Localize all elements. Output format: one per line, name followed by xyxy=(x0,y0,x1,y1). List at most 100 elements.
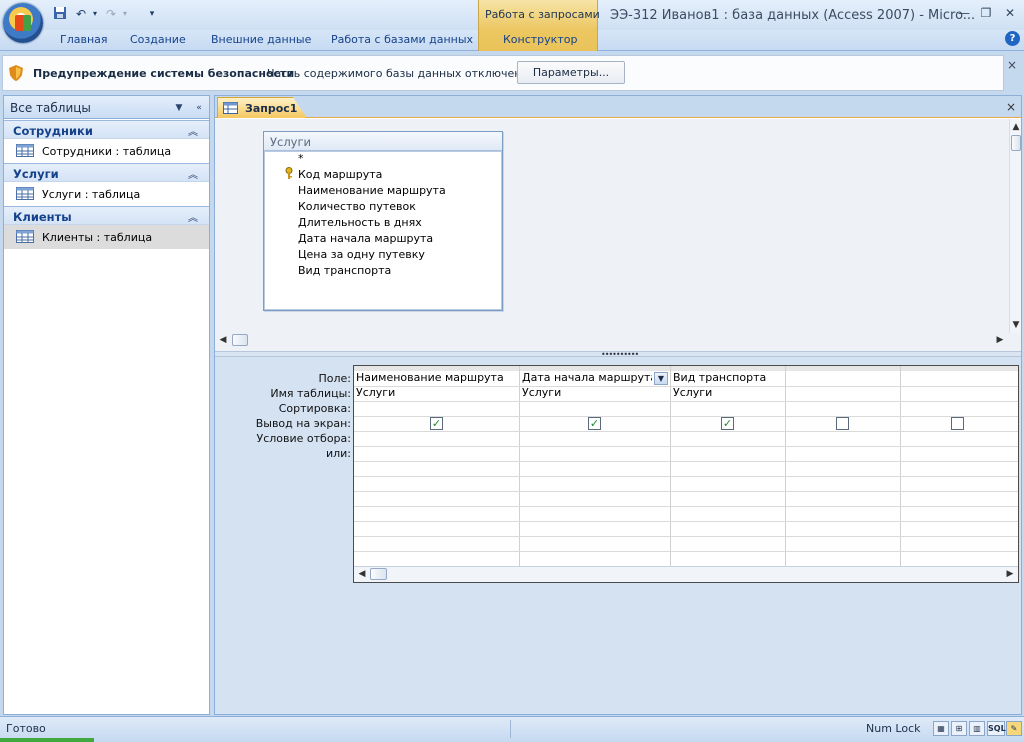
collapse-chevron-icon[interactable]: ︽ xyxy=(188,209,198,224)
datasheet-view-icon[interactable]: ▦ xyxy=(933,721,949,736)
close-icon[interactable]: ✕ xyxy=(1001,6,1019,20)
grid-row-line xyxy=(354,491,1018,492)
grid-cell-table[interactable]: Услуги xyxy=(520,386,668,401)
primary-key-icon xyxy=(284,167,294,180)
design-view-icon[interactable]: ✎ xyxy=(1006,721,1022,736)
nav-pane-title: Все таблицы xyxy=(10,101,91,115)
scrollbar-thumb[interactable] xyxy=(370,568,387,580)
tab-database-tools[interactable]: Работа с базами данных xyxy=(331,33,473,46)
close-document-icon[interactable]: × xyxy=(1006,100,1016,114)
tab-design[interactable]: Конструктор xyxy=(503,33,577,46)
show-checkbox[interactable]: ✓ xyxy=(430,417,443,430)
scroll-up-icon[interactable]: ▲ xyxy=(1010,121,1022,133)
row-label-table-name: Имя таблицы: xyxy=(270,387,351,400)
nav-item-employees-table[interactable]: Сотрудники : таблица xyxy=(4,139,209,163)
field-list-item[interactable]: Наименование маршрута xyxy=(298,184,446,200)
shutter-bar-collapse-icon[interactable]: « xyxy=(192,101,206,115)
office-button[interactable] xyxy=(3,3,43,43)
undo-icon[interactable]: ↶ xyxy=(74,6,88,22)
contextual-tab-group-label: Работа с запросами xyxy=(485,8,600,21)
chart-view-icon[interactable]: ▥ xyxy=(969,721,985,736)
nav-pane-header[interactable]: Все таблицы ▼ « xyxy=(4,96,209,119)
shield-icon xyxy=(9,65,23,81)
show-checkbox[interactable] xyxy=(836,417,849,430)
grid-horizontal-scrollbar[interactable]: ◀ ▶ xyxy=(354,566,1018,582)
sql-view-button[interactable]: SQL xyxy=(987,721,1006,736)
options-button[interactable]: Параметры... xyxy=(517,61,625,84)
query-design-window: Запрос1 × Услуги * Код маршрута Наименов… xyxy=(214,95,1022,715)
scrollbar-thumb[interactable] xyxy=(232,334,248,346)
field-list-item[interactable]: * xyxy=(298,152,304,168)
restore-icon[interactable]: ❐ xyxy=(977,6,995,20)
security-bar-close-icon[interactable]: × xyxy=(1007,58,1017,72)
customize-qat-icon[interactable]: ▾ xyxy=(146,6,158,22)
pivot-view-icon[interactable]: ⊞ xyxy=(951,721,967,736)
undo-dropdown-icon[interactable]: ▾ xyxy=(90,6,100,22)
nav-group-employees[interactable]: Сотрудники ︽ xyxy=(4,120,209,139)
scroll-right-icon[interactable]: ▶ xyxy=(994,334,1006,346)
row-label-criteria: Условие отбора: xyxy=(256,432,352,445)
query-icon xyxy=(223,102,238,114)
field-list-title-bar[interactable]: Услуги xyxy=(264,132,502,151)
nav-item-label: Сотрудники : таблица xyxy=(42,145,172,158)
field-list-item[interactable]: Цена за одну путевку xyxy=(298,248,425,264)
redo-icon[interactable]: ↷ xyxy=(104,6,118,22)
grid-cell-table[interactable]: Услуги xyxy=(354,386,518,401)
nav-item-label: Услуги : таблица xyxy=(42,188,141,201)
tab-home[interactable]: Главная xyxy=(60,33,108,46)
row-label-or: или: xyxy=(325,447,351,460)
show-checkbox[interactable] xyxy=(951,417,964,430)
redo-dropdown-icon[interactable]: ▾ xyxy=(120,6,130,22)
grid-row-line xyxy=(354,446,1018,447)
grid-cell-table[interactable]: Услуги xyxy=(671,386,783,401)
grid-cell-field[interactable]: Дата начала маршрута xyxy=(520,371,652,386)
tab-label: Запрос1 xyxy=(245,102,298,115)
grid-row-line xyxy=(354,416,1018,417)
field-dropdown-icon[interactable]: ▼ xyxy=(654,372,668,385)
grid-row-line xyxy=(354,476,1018,477)
field-list-item[interactable]: Вид транспорта xyxy=(298,264,391,280)
grid-row-line xyxy=(354,431,1018,432)
grid-row-line xyxy=(354,461,1018,462)
nav-group-clients[interactable]: Клиенты ︽ xyxy=(4,206,209,225)
field-list-services[interactable]: Услуги * Код маршрута Наименование маршр… xyxy=(263,131,503,311)
tables-pane-vertical-scrollbar[interactable]: ▲ ▼ xyxy=(1009,119,1021,333)
minimize-icon[interactable]: — xyxy=(955,6,973,20)
scrollbar-thumb[interactable] xyxy=(1011,135,1021,151)
show-checkbox[interactable]: ✓ xyxy=(721,417,734,430)
field-list-item[interactable]: Длительность в днях xyxy=(298,216,422,232)
grid-cell-field[interactable]: Наименование маршрута xyxy=(354,371,518,386)
save-icon[interactable] xyxy=(52,6,68,22)
navigation-pane: Все таблицы ▼ « Сотрудники ︽ Сотрудники … xyxy=(3,95,210,715)
query-design-grid[interactable]: Наименование маршрута Услуги ✓ Дата нача… xyxy=(353,365,1019,583)
help-icon[interactable]: ? xyxy=(1005,31,1020,46)
scroll-left-icon[interactable]: ◀ xyxy=(217,334,229,346)
progress-indicator xyxy=(0,738,94,742)
scroll-right-icon[interactable]: ▶ xyxy=(1004,568,1016,580)
tab-query1[interactable]: Запрос1 xyxy=(217,97,307,118)
tables-pane[interactable]: Услуги * Код маршрута Наименование маршр… xyxy=(215,119,1021,351)
nav-item-services-table[interactable]: Услуги : таблица xyxy=(4,182,209,206)
field-list-item[interactable]: Количество путевок xyxy=(298,200,416,216)
nav-menu-dropdown-icon[interactable]: ▼ xyxy=(172,101,186,115)
tab-external-data[interactable]: Внешние данные xyxy=(211,33,311,46)
nav-item-clients-table[interactable]: Клиенты : таблица xyxy=(4,225,209,249)
grid-row-line xyxy=(354,521,1018,522)
nav-group-services[interactable]: Услуги ︽ xyxy=(4,163,209,182)
tables-pane-horizontal-scrollbar[interactable]: ◀ ▶ xyxy=(215,333,1009,347)
nav-group-label: Услуги xyxy=(13,167,59,181)
field-list-item[interactable]: Дата начала маршрута xyxy=(298,232,433,248)
grid-cell-field[interactable]: Вид транспорта xyxy=(671,371,783,386)
tab-create[interactable]: Создание xyxy=(130,33,186,46)
document-tab-strip: Запрос1 × xyxy=(215,96,1021,118)
nav-item-label: Клиенты : таблица xyxy=(42,231,153,244)
status-text: Готово xyxy=(6,722,46,735)
field-list-item[interactable]: Код маршрута xyxy=(298,168,382,184)
collapse-chevron-icon[interactable]: ︽ xyxy=(188,123,198,138)
show-checkbox[interactable]: ✓ xyxy=(588,417,601,430)
num-lock-indicator: Num Lock xyxy=(866,722,921,735)
row-label-sort: Сортировка: xyxy=(278,402,351,415)
scroll-down-icon[interactable]: ▼ xyxy=(1010,319,1022,331)
scroll-left-icon[interactable]: ◀ xyxy=(356,568,368,580)
collapse-chevron-icon[interactable]: ︽ xyxy=(188,166,198,181)
